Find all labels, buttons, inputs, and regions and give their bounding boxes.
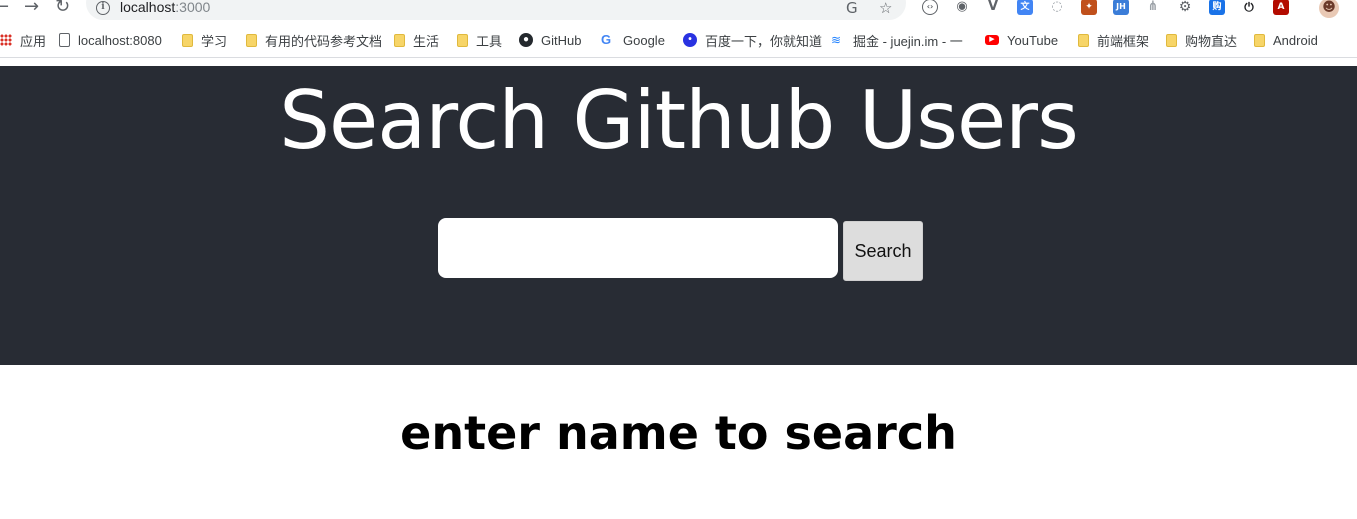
folder-icon <box>182 33 193 47</box>
back-arrow-icon[interactable]: ← <box>0 0 9 17</box>
bookmark-label: 学习 <box>201 33 228 49</box>
bookmark-folder-shopping[interactable]: 购物直达 <box>1166 31 1237 49</box>
pdf-ext-icon[interactable]: A <box>1273 0 1289 15</box>
folder-icon <box>457 33 468 47</box>
bookmark-label: YouTube <box>1007 32 1059 48</box>
bookmark-label: 有用的代码参考文档 <box>265 33 383 49</box>
address-url[interactable]: localhost:3000 <box>120 0 210 15</box>
site-info-icon[interactable]: i <box>96 1 110 15</box>
shop-ext-icon[interactable]: 购 <box>1209 0 1225 15</box>
bookmark-label: GitHub <box>541 32 582 48</box>
bookmark-label: localhost:8080 <box>78 32 162 48</box>
apps-grid-icon <box>0 34 12 46</box>
bookmark-folder-tools[interactable]: 工具 <box>457 31 502 49</box>
browser-toolbar: ← → ↻ i localhost:3000 G ☆ ‹› ◉ V 文 ◌ ✦ … <box>0 0 1357 22</box>
bookmark-folder-android[interactable]: Android <box>1254 31 1318 49</box>
address-port: :3000 <box>175 0 211 15</box>
empty-state-message: enter name to search <box>400 406 957 460</box>
github-icon: ● <box>519 33 533 47</box>
bookmark-baidu[interactable]: • 百度一下，你就知道 <box>683 31 822 49</box>
bookmark-localhost-8080[interactable]: localhost:8080 <box>59 31 162 49</box>
profile-avatar-icon[interactable]: ☻ <box>1319 0 1339 18</box>
google-translate-icon[interactable]: 文 <box>1017 0 1033 15</box>
page-icon <box>59 33 70 47</box>
reload-icon[interactable]: ↻ <box>55 0 70 17</box>
bookmark-label: Google <box>623 32 665 48</box>
bookmark-juejin[interactable]: ≋ 掘金 - juejin.im - 一 <box>831 31 963 49</box>
camera-ext-icon[interactable]: ◉ <box>954 0 970 15</box>
bookmark-label: Android <box>1273 32 1318 48</box>
bookmark-label: 前端框架 <box>1097 33 1150 49</box>
baidu-icon: • <box>683 33 697 47</box>
folder-icon <box>1166 33 1177 47</box>
bookmark-google[interactable]: G Google <box>601 31 665 49</box>
circle-ext-icon[interactable]: ◌ <box>1049 0 1065 15</box>
fox-ext-icon[interactable]: ✦ <box>1081 0 1097 15</box>
bookmark-label: 购物直达 <box>1185 33 1238 49</box>
bookmark-folder-study[interactable]: 学习 <box>182 31 227 49</box>
bookmark-label: 百度一下，你就知道 <box>705 33 823 49</box>
gear-ext-icon[interactable]: ⚙ <box>1177 0 1193 15</box>
bookmark-label: 工具 <box>476 33 503 49</box>
bookmark-label: 应用 <box>20 33 47 49</box>
bookmark-label: 掘金 - juejin.im - 一 <box>853 33 963 49</box>
bookmark-apps[interactable]: 应用 <box>0 31 46 49</box>
bookmark-folder-life[interactable]: 生活 <box>394 31 439 49</box>
bookmark-label: 生活 <box>413 33 440 49</box>
google-icon: G <box>601 32 612 47</box>
folder-icon <box>246 33 257 47</box>
address-host: localhost <box>120 0 176 15</box>
juejin-icon: ≋ <box>831 33 842 47</box>
address-bar[interactable]: i localhost:3000 G ☆ <box>86 0 906 20</box>
folder-icon <box>394 33 405 47</box>
bookmark-github[interactable]: ● GitHub <box>519 31 581 49</box>
search-input[interactable] <box>438 218 838 278</box>
star-icon[interactable]: ☆ <box>879 0 892 17</box>
bookmark-folder-frameworks[interactable]: 前端框架 <box>1078 31 1149 49</box>
youtube-icon: ▶ <box>985 35 999 45</box>
translate-icon[interactable]: G <box>846 0 858 17</box>
power-ext-icon[interactable]: ⏻ <box>1241 0 1257 15</box>
jh-ext-icon[interactable]: JH <box>1113 0 1129 15</box>
folder-icon <box>1254 33 1265 47</box>
bookmark-youtube[interactable]: ▶ YouTube <box>985 31 1058 49</box>
search-button[interactable]: Search <box>843 221 923 281</box>
bookmarks-bar: 应用 localhost:8080 学习 有用的代码参考文档 生活 工具 ● G… <box>0 22 1357 58</box>
folder-icon <box>1078 33 1089 47</box>
forward-arrow-icon[interactable]: → <box>24 0 39 17</box>
bookmark-folder-docs[interactable]: 有用的代码参考文档 <box>246 31 382 49</box>
page-title: Search Github Users <box>279 74 1079 167</box>
tree-ext-icon[interactable]: ⋔ <box>1145 0 1161 15</box>
vue-devtools-icon[interactable]: V <box>985 0 1001 15</box>
code-ext-icon[interactable]: ‹› <box>922 0 938 15</box>
